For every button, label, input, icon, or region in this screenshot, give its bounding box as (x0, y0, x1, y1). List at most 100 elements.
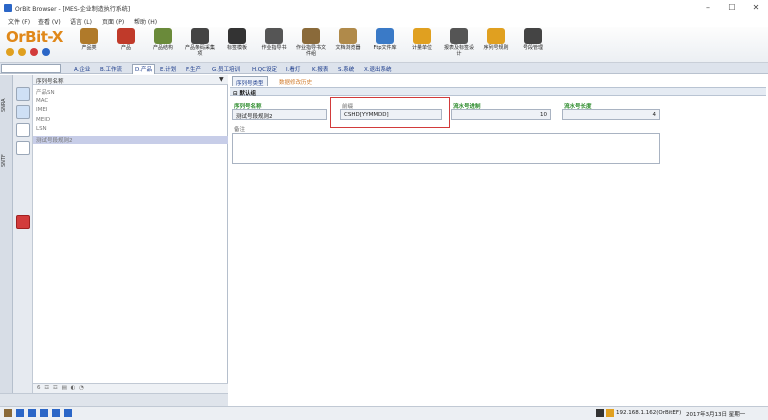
orbit-logo: OrBit-X (6, 28, 63, 46)
toolbar-button-label: 序列号规则 (483, 45, 509, 51)
tools-icon[interactable] (40, 409, 48, 417)
ftp-library-icon (376, 28, 394, 44)
list-item[interactable]: 产品SN (36, 88, 55, 96)
menu-help[interactable]: 帮助 (H) (134, 17, 157, 26)
module-tab-3[interactable]: E.计划 (160, 65, 176, 73)
menu-language[interactable]: 语言 (L) (70, 17, 92, 26)
group-header[interactable]: ⊟ 默认组 (230, 87, 766, 97)
toolbar-button-0[interactable]: 产品类 (72, 28, 106, 62)
module-tab-9[interactable]: S.系统 (338, 65, 354, 73)
edit-icon[interactable] (16, 105, 30, 119)
menu-page[interactable]: 页面 (P) (102, 17, 124, 26)
report-design-icon (450, 28, 468, 44)
product-icon (117, 28, 135, 44)
list-header: 序列号名称 ▼ (33, 75, 228, 85)
tab-serial-type[interactable]: 序列号类型 (232, 76, 268, 87)
window-title: OrBit Browser - [MES-企业制造执行系统] (15, 6, 131, 13)
product-structure-icon (154, 28, 172, 44)
module-tab-6[interactable]: H.QC设定 (252, 65, 277, 73)
list-footer-tools[interactable]: 6 ☲ ☲ ▤ ◐ ◔ (37, 385, 85, 391)
toolbar-button-8[interactable]: Ftp文件库 (368, 28, 402, 62)
font-icon[interactable] (16, 409, 24, 417)
side-tab-snra[interactable]: SNRA (1, 89, 12, 121)
menu-file[interactable]: 文件 (F) (8, 17, 30, 26)
instruction-group-icon (302, 28, 320, 44)
side-icon-column (13, 75, 33, 393)
toolbar-button-10[interactable]: 报表及标签设计 (442, 28, 476, 62)
toolbar-button-1[interactable]: 产品 (109, 28, 143, 62)
list-item[interactable]: 测试号段规则2 (33, 135, 228, 144)
module-tab-8[interactable]: K.报表 (312, 65, 328, 73)
notes-label: 备注 (234, 127, 246, 133)
module-search-input[interactable] (1, 64, 61, 73)
module-tab-4[interactable]: F.生产 (186, 65, 201, 73)
close-button[interactable]: ✕ (750, 2, 762, 14)
toolbar-button-label: 标签模板 (226, 45, 247, 51)
toolbar-button-4[interactable]: 标签模板 (220, 28, 254, 62)
list-item[interactable]: MEID (36, 117, 50, 123)
module-tab-7[interactable]: I.看灯 (286, 65, 300, 73)
menu-view[interactable]: 查看 (V) (38, 17, 61, 26)
detail-panel: 序列号类型 数据修改历史 ⊟ 默认组 序列号名称 测试号段规则2 前缀 CSHD… (228, 75, 768, 393)
title-bar: OrBit Browser - [MES-企业制造执行系统] – ☐ ✕ (0, 0, 768, 16)
toolbar-button-7[interactable]: 文档浏览器 (331, 28, 365, 62)
base-field[interactable]: 10 (451, 109, 551, 120)
toolbar-button-label: 产品类 (81, 45, 97, 51)
maximize-button[interactable]: ☐ (726, 2, 738, 14)
serial-list-panel: 序列号名称 ▼ 产品SN MAC IMEI MEID LSN 测试号段规则2 6 ☲ ☲ … (33, 75, 228, 393)
list-item[interactable]: IMEI (36, 107, 47, 113)
module-tab-2[interactable]: D.产品 (132, 64, 155, 74)
module-tab-10[interactable]: X.退出系统 (364, 65, 392, 73)
toolbar-button-5[interactable]: 作业指导书 (257, 28, 291, 62)
group-label: ⊟ 默认组 (233, 91, 257, 97)
arrow-icon[interactable] (28, 409, 36, 417)
toolbar-button-6[interactable]: 作业指导书文件组 (294, 28, 328, 62)
user-icon (4, 409, 12, 417)
side-tab-sntf[interactable]: SNTF (1, 145, 12, 177)
menu-bar: 文件 (F) 查看 (V) 语言 (L) 页面 (P) 帮助 (H) (0, 16, 768, 27)
doc-browser-icon (339, 28, 357, 44)
notes-textarea[interactable] (232, 133, 660, 164)
bottom-tool-strip (0, 393, 228, 406)
toolbar-button-3[interactable]: 产品条码采集项 (183, 28, 217, 62)
length-field[interactable]: 4 (562, 109, 660, 120)
status-date: 2017年3月13日 星期一 (686, 412, 746, 418)
module-tab-0[interactable]: A.企业 (74, 65, 90, 73)
module-tab-1[interactable]: B.工作流 (100, 65, 122, 73)
main-toolbar: OrBit-X 产品类 产品 产品结构 产品条码采集项 标签模板 作业指导书 作业指导书文件… (0, 27, 768, 63)
power-icon[interactable] (16, 215, 30, 229)
toolbar-button-11[interactable]: 序列号规则 (479, 28, 513, 62)
home-icon[interactable] (42, 48, 50, 56)
filter-icon[interactable]: ▼ (219, 76, 224, 83)
minimize-button[interactable]: – (702, 2, 714, 14)
toolbar-button-12[interactable]: 号段管理 (516, 28, 550, 62)
settings-icon[interactable] (64, 409, 72, 417)
lock-icon[interactable] (52, 409, 60, 417)
stop-icon[interactable] (30, 48, 38, 56)
toolbar-button-label: 产品 (120, 45, 131, 51)
list-footer: 6 ☲ ☲ ▤ ◐ ◔ (33, 383, 228, 393)
cancel-icon[interactable] (16, 141, 30, 155)
segment-manage-icon (524, 28, 542, 44)
list-item[interactable]: LSN (36, 126, 47, 132)
tab-change-history[interactable]: 数据修改历史 (276, 76, 315, 86)
module-tab-5[interactable]: G.员工培训 (212, 65, 240, 73)
serial-rule-icon (487, 28, 505, 44)
toolbar-button-9[interactable]: 计量单位 (405, 28, 439, 62)
back-icon[interactable] (6, 48, 14, 56)
status-bar: 192.168.1.162(OrBitEF) 2017年3月13日 星期一 (0, 406, 768, 420)
server-address: 192.168.1.162(OrBitEF) (616, 410, 682, 416)
forward-icon[interactable] (18, 48, 26, 56)
list-header-label: 序列号名称 (36, 79, 64, 85)
toolbar-button-label: 产品条码采集项 (184, 45, 215, 57)
name-field[interactable]: 测试号段规则2 (232, 109, 327, 120)
toolbar-button-2[interactable]: 产品结构 (146, 28, 180, 62)
barcode-collect-icon (191, 28, 209, 44)
check-icon[interactable] (16, 123, 30, 137)
monitor-icon (596, 409, 604, 417)
label-template-icon (228, 28, 246, 44)
cube-icon[interactable] (16, 87, 30, 101)
toolbar-button-label: 作业指导书 (261, 45, 287, 51)
toolbar-button-label: 计量单位 (411, 45, 432, 51)
list-item[interactable]: MAC (36, 98, 48, 104)
